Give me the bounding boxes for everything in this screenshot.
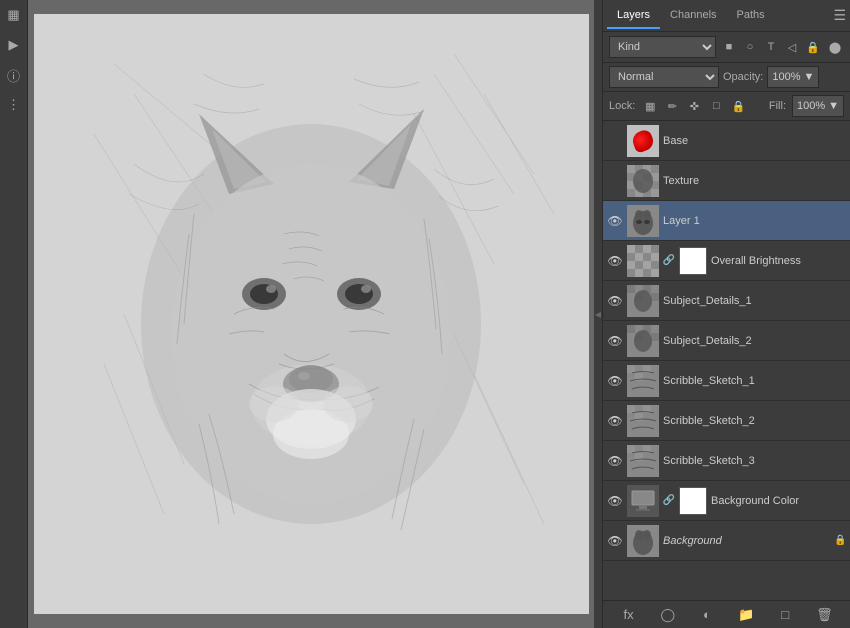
new-group-icon[interactable]: 📁 bbox=[735, 604, 757, 626]
layer-name-ss1: Scribble_Sketch_1 bbox=[663, 375, 846, 387]
layer-item[interactable]: Base bbox=[603, 121, 850, 161]
layer-thumb-ss2 bbox=[627, 405, 659, 437]
blend-mode-select[interactable]: Normal bbox=[609, 66, 719, 88]
play-icon[interactable]: ▶ bbox=[3, 34, 25, 56]
layer-visibility-ss3[interactable]: 👁 bbox=[607, 453, 623, 469]
lock-label: Lock: bbox=[609, 100, 635, 112]
layer-visibility-bgc[interactable]: 👁 bbox=[607, 493, 623, 509]
layer-thumb-layer1 bbox=[627, 205, 659, 237]
filter-adjust-icon[interactable]: ○ bbox=[741, 38, 759, 56]
layer-visibility-overall[interactable]: 👁 bbox=[607, 253, 623, 269]
canvas-content bbox=[34, 14, 589, 614]
layer-chain-overall: 🔗 bbox=[663, 255, 675, 267]
arrange-icon[interactable]: ⋮ bbox=[3, 94, 25, 116]
layer-thumb-base bbox=[627, 125, 659, 157]
delete-layer-icon[interactable]: 🗑 bbox=[813, 604, 835, 626]
layer-name-sd2: Subject_Details_2 bbox=[663, 335, 846, 347]
filter-select[interactable]: Kind bbox=[609, 36, 716, 58]
layer-chain-bgc: 🔗 bbox=[663, 495, 675, 507]
lock-paint-icon[interactable]: ✏ bbox=[663, 97, 681, 115]
layer-item[interactable]: 👁 Subject_Details_1 bbox=[603, 281, 850, 321]
layer-item[interactable]: 👁 Subject_Details_2 bbox=[603, 321, 850, 361]
layer-item[interactable]: 👁 Scribble_Sketch_3 bbox=[603, 441, 850, 481]
layer-visibility-sd2[interactable]: 👁 bbox=[607, 333, 623, 349]
lock-row: Lock: ▦ ✏ ✜ □ 🔒 Fill: 100% ▼ bbox=[603, 92, 850, 121]
layer-item[interactable]: 👁 Layer 1 bbox=[603, 201, 850, 241]
layer-item[interactable]: 👁 Scribble_Sketch_2 bbox=[603, 401, 850, 441]
layer-name-sd1: Subject_Details_1 bbox=[663, 295, 846, 307]
tab-channels[interactable]: Channels bbox=[660, 3, 726, 29]
layer-thumb-bg bbox=[627, 525, 659, 557]
panel-tabs: Layers Channels Paths ☰ bbox=[603, 0, 850, 32]
filter-icons: ■ ○ T ◁ 🔒 bbox=[720, 38, 822, 56]
layer-visibility-layer1[interactable]: 👁 bbox=[607, 213, 623, 229]
lock-position-icon[interactable]: ✜ bbox=[685, 97, 703, 115]
layer-thumb-bgc bbox=[627, 485, 659, 517]
panel-menu-icon[interactable]: ☰ bbox=[833, 7, 846, 24]
opacity-value[interactable]: 100% ▼ bbox=[767, 66, 819, 88]
base-thumb-splash bbox=[630, 128, 656, 154]
lock-icons: ▦ ✏ ✜ □ 🔒 bbox=[641, 97, 747, 115]
layer-visibility-bg[interactable]: 👁 bbox=[607, 533, 623, 549]
filter-row: Kind ■ ○ T ◁ 🔒 ⬤ bbox=[603, 32, 850, 63]
panel-collapse[interactable]: ◀ bbox=[594, 0, 602, 628]
layer-visibility-ss2[interactable]: 👁 bbox=[607, 413, 623, 429]
fill-label: Fill: bbox=[769, 100, 786, 112]
layer-thumb-overall bbox=[627, 245, 659, 277]
layer-visibility-base[interactable] bbox=[607, 133, 623, 149]
layer-thumb-sd2 bbox=[627, 325, 659, 357]
blend-opacity-row: Normal Opacity: 100% ▼ bbox=[603, 63, 850, 92]
layer-thumb-texture bbox=[627, 165, 659, 197]
panel-bottom: fx ◯ ◐ 📁 □ 🗑 bbox=[603, 600, 850, 628]
lock-transparent-icon[interactable]: ▦ bbox=[641, 97, 659, 115]
layer-item[interactable]: 👁 🔗 Background Color bbox=[603, 481, 850, 521]
layer-item[interactable]: 👁 Scribble_Sketch_1 bbox=[603, 361, 850, 401]
add-style-icon[interactable]: fx bbox=[618, 604, 640, 626]
layer-mask-bgc bbox=[679, 487, 707, 515]
layer-thumb-ss3 bbox=[627, 445, 659, 477]
layer-name-base: Base bbox=[663, 135, 846, 147]
lock-artboard-icon[interactable]: □ bbox=[707, 97, 725, 115]
layer-visibility-texture[interactable] bbox=[607, 173, 623, 189]
layer-name-overall: Overall Brightness bbox=[711, 255, 846, 267]
layer-item[interactable]: Texture bbox=[603, 161, 850, 201]
tools-icon[interactable]: ▦ bbox=[3, 4, 25, 26]
fill-value[interactable]: 100% ▼ bbox=[792, 95, 844, 117]
filter-toggle[interactable]: ⬤ bbox=[826, 38, 844, 56]
add-adjustment-icon[interactable]: ◐ bbox=[696, 604, 718, 626]
layer-lock-bg: 🔒 bbox=[834, 535, 846, 547]
layer-name-texture: Texture bbox=[663, 175, 846, 187]
layer-item[interactable]: 👁 🔗 Overal bbox=[603, 241, 850, 281]
add-mask-icon[interactable]: ◯ bbox=[657, 604, 679, 626]
tab-layers[interactable]: Layers bbox=[607, 3, 660, 29]
filter-vector-icon[interactable]: ◁ bbox=[783, 38, 801, 56]
opacity-label: Opacity: bbox=[723, 71, 763, 83]
layers-list: Base bbox=[603, 121, 850, 600]
layer-name-ss3: Scribble_Sketch_3 bbox=[663, 455, 846, 467]
tab-paths[interactable]: Paths bbox=[727, 3, 775, 29]
layer-name-ss2: Scribble_Sketch_2 bbox=[663, 415, 846, 427]
layer-name-bgc: Background Color bbox=[711, 495, 846, 507]
info-icon[interactable]: ⓘ bbox=[3, 64, 25, 86]
layers-panel: Layers Channels Paths ☰ Kind ■ ○ T ◁ 🔒 ⬤… bbox=[602, 0, 850, 628]
layer-name-layer1: Layer 1 bbox=[663, 215, 846, 227]
layer-thumb-ss1 bbox=[627, 365, 659, 397]
layer-visibility-ss1[interactable]: 👁 bbox=[607, 373, 623, 389]
layer-mask-overall bbox=[679, 247, 707, 275]
canvas-area bbox=[28, 0, 594, 628]
layer-item[interactable]: 👁 Background 🔒 bbox=[603, 521, 850, 561]
filter-pixel-icon[interactable]: ■ bbox=[720, 38, 738, 56]
new-layer-icon[interactable]: □ bbox=[774, 604, 796, 626]
lock-all-icon[interactable]: 🔒 bbox=[729, 97, 747, 115]
filter-type-icon[interactable]: T bbox=[762, 38, 780, 56]
layer-thumb-sd1 bbox=[627, 285, 659, 317]
layer-name-bg: Background bbox=[663, 535, 830, 547]
filter-smart-icon[interactable]: 🔒 bbox=[804, 38, 822, 56]
left-toolbar: ▦ ▶ ⓘ ⋮ bbox=[0, 0, 28, 628]
layer-visibility-sd1[interactable]: 👁 bbox=[607, 293, 623, 309]
